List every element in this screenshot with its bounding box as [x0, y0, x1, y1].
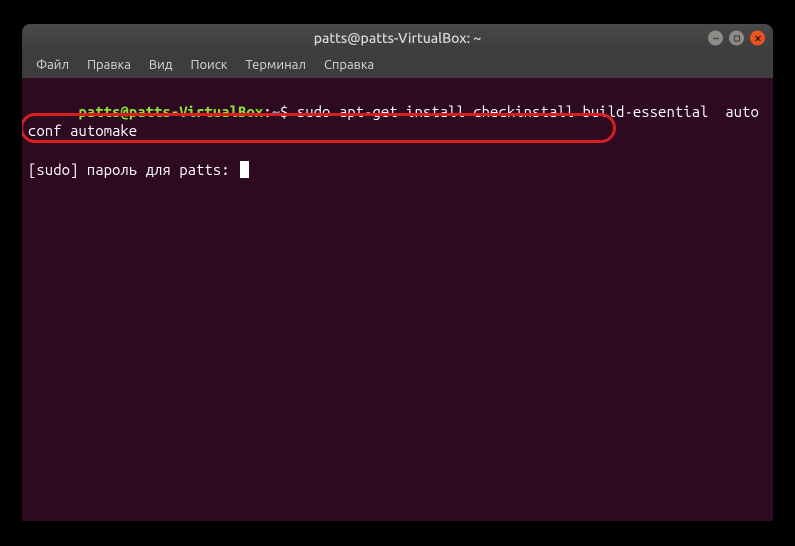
menu-edit[interactable]: Правка	[79, 55, 139, 75]
maximize-button[interactable]	[729, 31, 744, 46]
close-button[interactable]	[750, 31, 765, 46]
minimize-button[interactable]	[708, 31, 723, 46]
terminal-window: patts@patts-VirtualBox: ~ Файл Правка Ви…	[22, 24, 773, 521]
cursor	[240, 161, 249, 178]
sudo-prompt-text: [sudo] пароль для patts:	[28, 161, 238, 178]
menu-help[interactable]: Справка	[316, 55, 382, 75]
menu-terminal[interactable]: Терминал	[237, 55, 313, 75]
prompt-separator: :	[263, 103, 271, 120]
prompt-user: patts@patts-VirtualBox	[78, 103, 263, 120]
terminal-body[interactable]: patts@patts-VirtualBox:~$ sudo apt-get i…	[22, 78, 773, 521]
menu-view[interactable]: Вид	[141, 55, 181, 75]
window-controls	[708, 31, 765, 46]
prompt-path: ~	[272, 103, 280, 120]
sudo-prompt-line: [sudo] пароль для patts:	[28, 160, 767, 180]
titlebar: patts@patts-VirtualBox: ~	[22, 24, 773, 52]
command-line: patts@patts-VirtualBox:~$ sudo apt-get i…	[28, 82, 767, 160]
menubar: Файл Правка Вид Поиск Терминал Справка	[22, 52, 773, 78]
window-title: patts@patts-VirtualBox: ~	[314, 30, 481, 46]
menu-file[interactable]: Файл	[28, 55, 77, 75]
menu-search[interactable]: Поиск	[182, 55, 235, 75]
